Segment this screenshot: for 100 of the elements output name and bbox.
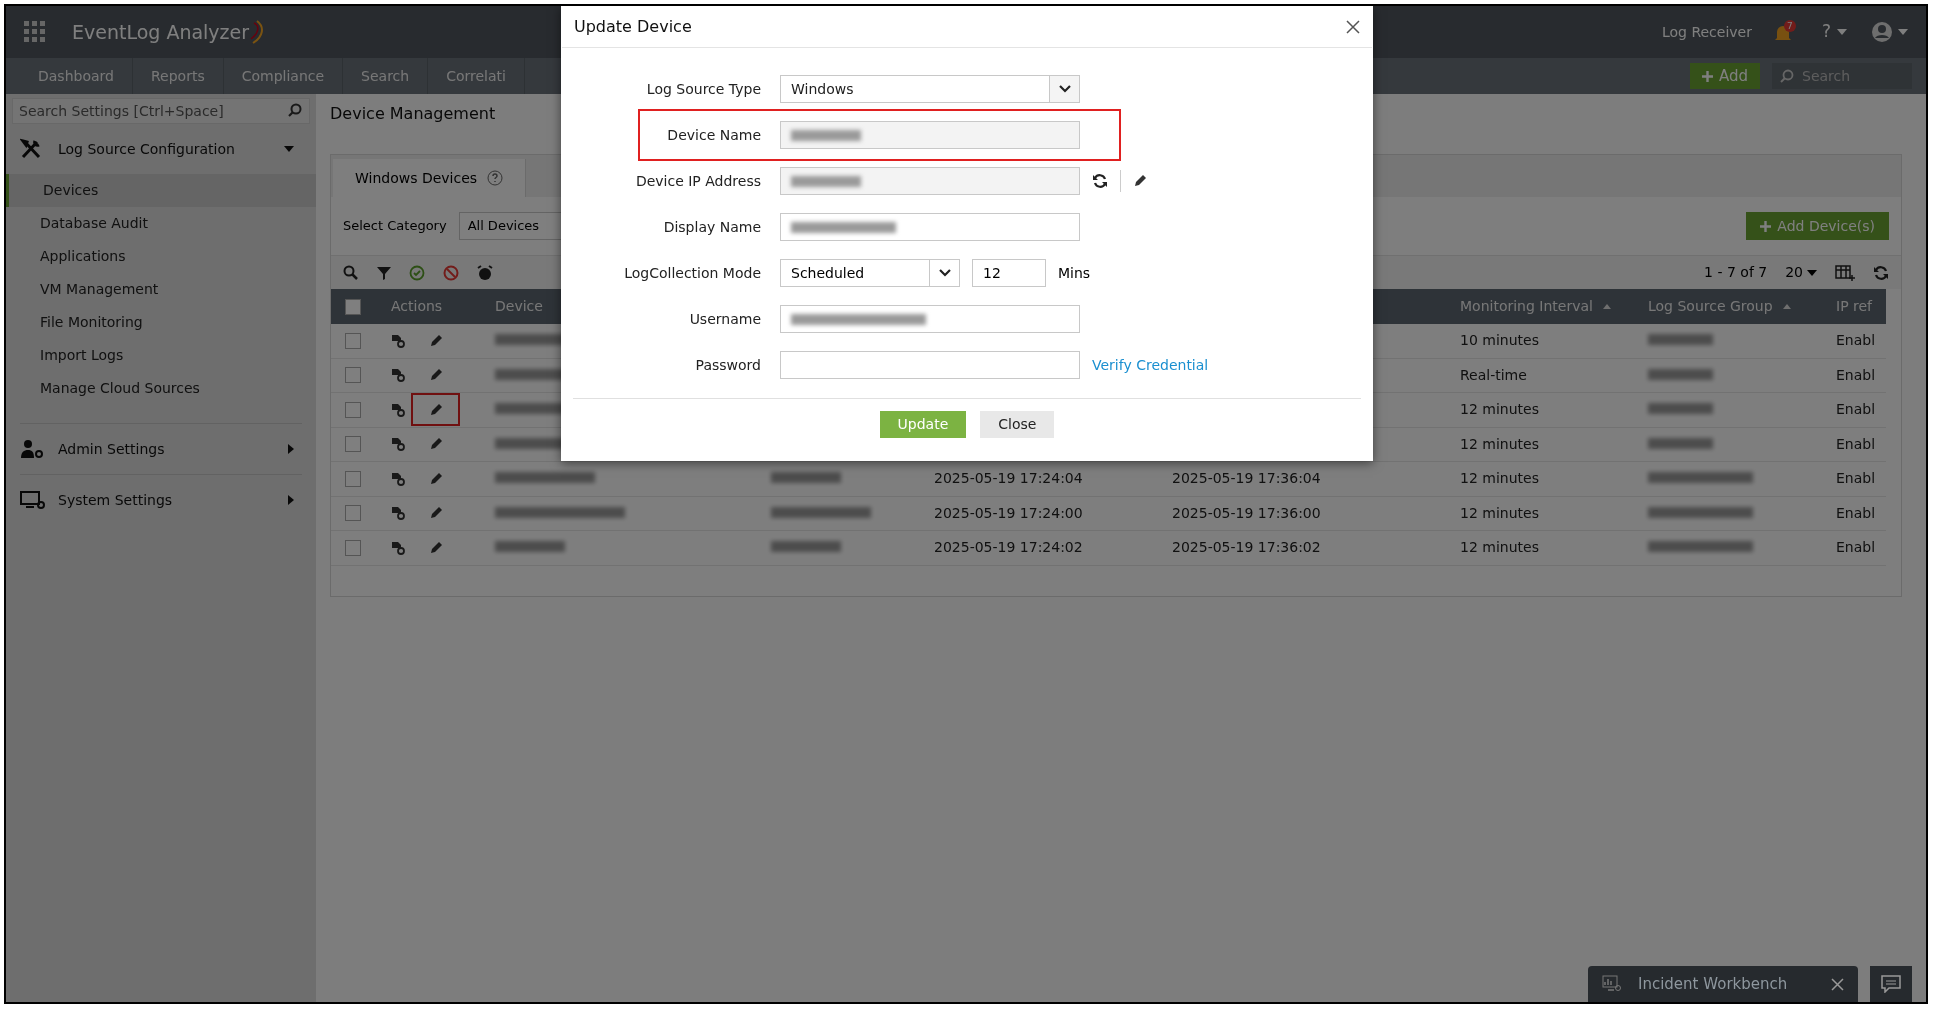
verify-credential-link[interactable]: Verify Credential	[1092, 354, 1209, 376]
redacted-text	[1648, 403, 1713, 415]
log-source-type-select[interactable]: Windows	[780, 75, 1080, 103]
redacted-text	[1648, 334, 1713, 346]
select-all-checkbox[interactable]	[345, 298, 361, 315]
update-button[interactable]: Update	[879, 411, 967, 438]
row-checkbox[interactable]	[345, 332, 361, 349]
row-checkbox[interactable]	[345, 436, 361, 453]
log-receiver-link[interactable]: Log Receiver	[1661, 21, 1752, 43]
add-button[interactable]: Add	[1689, 63, 1760, 89]
nav-tab[interactable]: Correlati	[428, 58, 525, 94]
table-cell: 12 minutes	[1460, 435, 1539, 452]
columns-icon[interactable]	[1835, 264, 1855, 281]
settings-search-field[interactable]: Search Settings [Ctrl+Space]	[12, 98, 310, 124]
search-icon[interactable]	[343, 264, 359, 281]
row-checkbox[interactable]	[345, 470, 361, 487]
input-field[interactable]	[780, 305, 1080, 333]
table-cell: 2025-05-19 17:36:04	[1172, 470, 1321, 487]
table-cell: Enabl	[1836, 539, 1876, 556]
input-field[interactable]	[780, 213, 1080, 241]
table-cell: Enabl	[1836, 470, 1876, 487]
filter-icon[interactable]	[377, 265, 391, 280]
close-icon[interactable]	[1831, 977, 1844, 991]
user-avatar-icon	[1871, 21, 1893, 43]
apps-grid-icon[interactable]	[24, 21, 46, 43]
refresh-icon[interactable]	[1092, 173, 1108, 189]
column-header: IP ref	[1836, 298, 1872, 314]
sidebar-item[interactable]: File Monitoring	[6, 306, 316, 339]
pencil-icon	[428, 540, 443, 555]
caret-icon	[1898, 29, 1908, 35]
workbench-label: Incident Workbench	[1638, 973, 1789, 995]
section-label: Admin Settings	[58, 439, 166, 459]
column-header[interactable]: Monitoring Interval	[1460, 296, 1593, 317]
notification-badge: 7	[1783, 20, 1796, 32]
pencil-icon	[428, 506, 443, 521]
sidebar-item[interactable]: Applications	[6, 240, 316, 273]
row-checkbox[interactable]	[345, 367, 361, 384]
table-cell: 2025-05-19 17:36:00	[1172, 504, 1321, 521]
search-icon	[1780, 69, 1794, 83]
app-logo: EventLog Analyzer	[72, 19, 250, 45]
sidebar-item[interactable]: Database Audit	[6, 207, 316, 240]
notification-button[interactable]: 7	[1773, 20, 1800, 44]
row-checkbox[interactable]	[345, 505, 361, 522]
plus-icon	[1701, 70, 1713, 82]
help-menu[interactable]: ?	[1821, 19, 1847, 45]
alarm-clock-icon[interactable]	[477, 264, 493, 281]
block-icon[interactable]	[443, 264, 459, 281]
sort-icon	[1782, 304, 1791, 309]
caret-icon	[1807, 269, 1817, 276]
interval-field[interactable]: 12	[972, 259, 1046, 287]
document-gear-icon	[391, 333, 405, 348]
sidebar-section[interactable]: Log Source Configuration	[6, 124, 316, 174]
password-field[interactable]	[780, 351, 1080, 379]
sidebar-item[interactable]: Devices	[6, 174, 316, 207]
field-label: Log Source Type	[645, 79, 762, 99]
table-cell: Enabl	[1836, 401, 1876, 418]
table-cell: 2025-05-19 17:24:04	[934, 470, 1083, 487]
row-checkbox[interactable]	[345, 539, 361, 556]
add-devices-button[interactable]: Add Device(s)	[1746, 212, 1889, 240]
column-header: Device	[495, 298, 543, 314]
caret-icon	[284, 146, 294, 152]
close-button[interactable]: Close	[980, 411, 1055, 438]
table-cell: Enabl	[1836, 366, 1876, 383]
section-label: Log Source Configuration	[58, 139, 236, 159]
sidebar-section[interactable]: Admin Settings	[20, 424, 302, 474]
incident-workbench-bar[interactable]: Incident Workbench	[1588, 966, 1858, 1002]
collection-mode-select[interactable]: Scheduled	[780, 259, 960, 287]
table-cell: 12 minutes	[1460, 504, 1539, 521]
chat-button[interactable]	[1870, 966, 1912, 1002]
table-cell: 12 minutes	[1460, 470, 1539, 487]
sidebar-section[interactable]: System Settings	[20, 475, 302, 525]
table-cell: Enabl	[1836, 504, 1876, 521]
page-size-select[interactable]: 20	[1785, 262, 1817, 283]
readonly-field[interactable]	[780, 167, 1080, 195]
field-label: Username	[688, 309, 762, 329]
pencil-icon[interactable]	[1133, 174, 1147, 188]
pencil-icon	[428, 333, 443, 348]
caret-icon	[1837, 29, 1847, 35]
table-cell: Real-time	[1460, 366, 1527, 383]
windows-devices-tab[interactable]: Windows Devices	[333, 159, 527, 197]
monitor-chart-icon	[1602, 975, 1622, 993]
field-label: LogCollection Mode	[623, 263, 762, 283]
readonly-field[interactable]	[780, 121, 1080, 149]
row-checkbox[interactable]	[345, 401, 361, 418]
nav-tab[interactable]: Search	[343, 58, 429, 94]
sidebar-item[interactable]: Import Logs	[6, 339, 316, 372]
sidebar-item[interactable]: Manage Cloud Sources	[6, 372, 316, 405]
user-gear-icon	[20, 439, 44, 459]
redacted-text	[771, 541, 841, 553]
column-header[interactable]: Log Source Group	[1648, 296, 1773, 317]
chevron-down-icon	[937, 268, 952, 278]
check-circle-icon[interactable]	[409, 264, 425, 281]
edit-button[interactable]	[411, 393, 460, 427]
sidebar-item[interactable]: VM Management	[6, 273, 316, 306]
user-menu[interactable]	[1871, 21, 1908, 43]
close-icon[interactable]	[1346, 19, 1360, 34]
field-label: Device Name	[666, 125, 762, 145]
monitor-gear-icon	[20, 490, 46, 510]
tools-icon	[20, 138, 42, 160]
caret-right-icon	[288, 495, 294, 505]
